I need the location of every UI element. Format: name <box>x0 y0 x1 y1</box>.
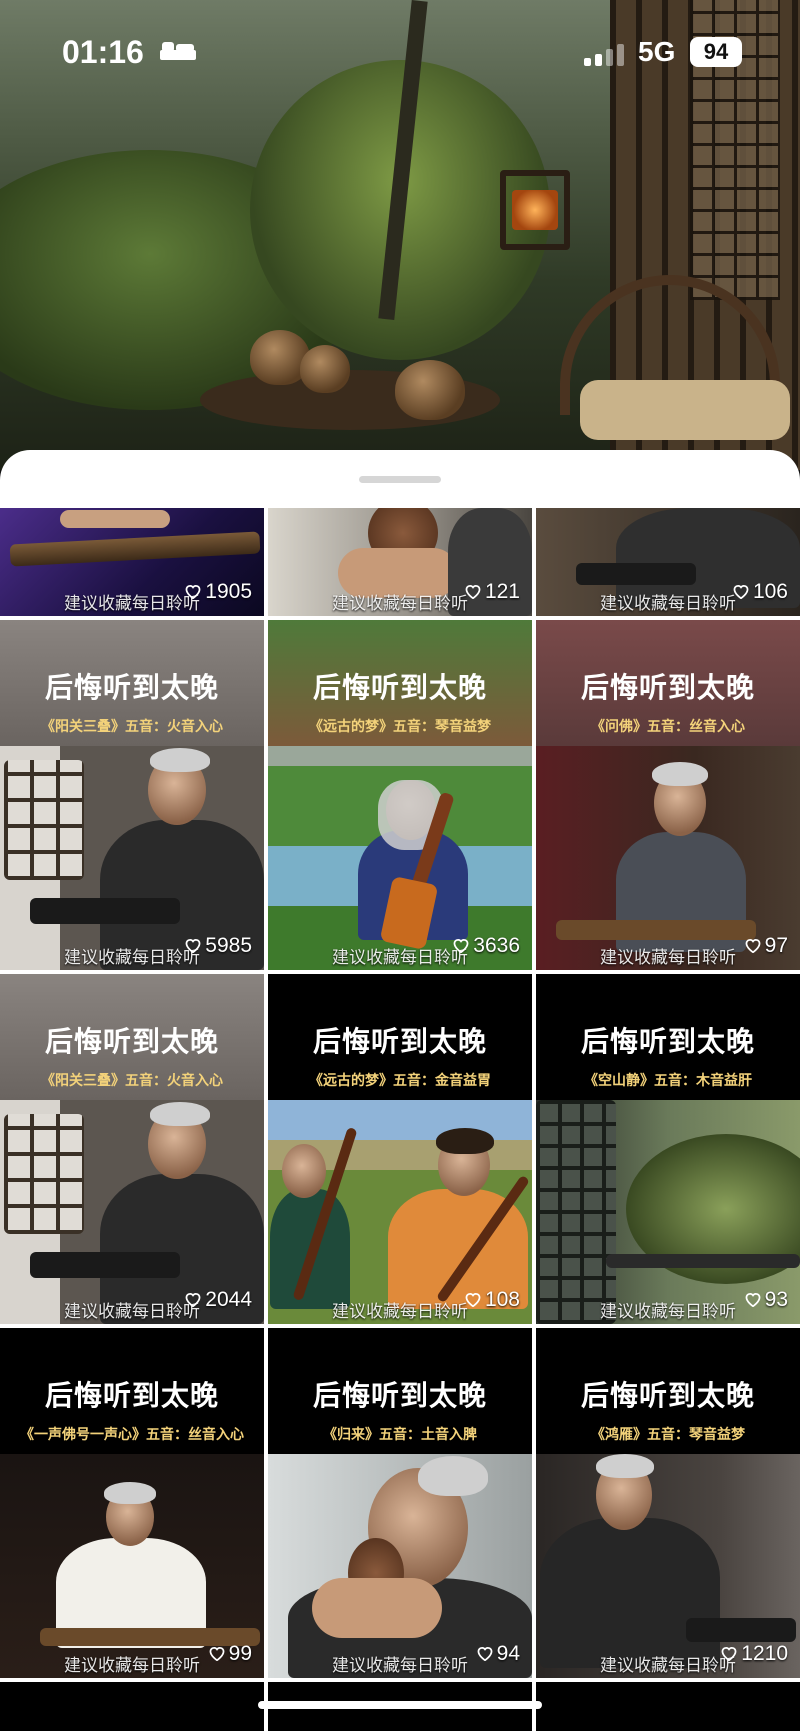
white-hair <box>104 1482 156 1504</box>
white-hair <box>150 748 210 772</box>
video-tile[interactable]: 后悔听到太晚 《远古的梦》五音：琴音益梦 建议收藏每日聆听 3636 <box>268 620 532 970</box>
like-count[interactable]: 93 <box>744 1288 788 1312</box>
battery-indicator: 94 <box>690 37 742 67</box>
white-hair <box>150 1102 210 1126</box>
network-type: 5G <box>638 36 676 67</box>
video-tile[interactable]: 建议收藏每日聆听 106 <box>536 508 800 616</box>
hair <box>436 1128 494 1154</box>
like-count[interactable]: 121 <box>464 580 520 604</box>
video-title: 后悔听到太晚 <box>44 1379 219 1412</box>
sheet-grabber[interactable] <box>359 476 441 483</box>
heart-icon <box>465 585 481 599</box>
white-hair <box>652 762 708 786</box>
video-title: 后悔听到太晚 <box>312 1379 487 1412</box>
video-title: 后悔听到太晚 <box>44 1025 219 1058</box>
video-tile[interactable]: 后悔听到太晚 《一声佛号一声心》五音：丝音入心 建议收藏每日聆听 99 <box>0 1328 264 1678</box>
video-subtitle: 《阳关三叠》五音：火音入心 <box>41 1073 223 1089</box>
heart-icon <box>209 1647 225 1661</box>
like-count[interactable]: 1905 <box>184 580 252 604</box>
like-count[interactable]: 99 <box>208 1642 252 1666</box>
guzheng <box>686 1618 796 1642</box>
like-count[interactable]: 94 <box>476 1642 520 1666</box>
video-tile[interactable]: 建议收藏每日聆听 121 <box>268 508 532 616</box>
white-hair <box>596 1454 654 1478</box>
video-tile[interactable]: 建议收藏每日聆听 1905 <box>0 508 264 616</box>
video-tile[interactable]: 后悔听到太晚 《归来》五音：土音入脾 建议收藏每日聆听 94 <box>268 1328 532 1678</box>
video-title: 后悔听到太晚 <box>312 671 487 704</box>
guzheng <box>556 920 756 940</box>
white-hair <box>418 1456 488 1496</box>
status-bar: 01:16 5G 94 <box>0 0 800 104</box>
heart-icon <box>185 939 201 953</box>
like-count[interactable]: 108 <box>464 1288 520 1312</box>
cushion <box>580 380 790 440</box>
like-count[interactable]: 3636 <box>452 934 520 958</box>
fireplace <box>512 190 558 230</box>
pavilion <box>536 1100 616 1324</box>
heart-icon <box>477 1647 493 1661</box>
home-indicator[interactable] <box>258 1701 542 1709</box>
like-count[interactable]: 97 <box>744 934 788 958</box>
heart-icon <box>453 939 469 953</box>
video-subtitle: 《远古的梦》五音：琴音益梦 <box>309 719 491 735</box>
heart-icon <box>185 585 201 599</box>
heart-icon <box>185 1293 201 1307</box>
teapot <box>395 360 465 420</box>
heart-icon <box>465 1293 481 1307</box>
status-time: 01:16 <box>62 34 144 70</box>
like-count[interactable]: 106 <box>732 580 788 604</box>
like-count[interactable]: 5985 <box>184 934 252 958</box>
video-subtitle: 《一声佛号一声心》五音：丝音入心 <box>20 1427 244 1443</box>
video-subtitle: 《归来》五音：土音入脾 <box>323 1427 477 1443</box>
video-tile[interactable] <box>536 1682 800 1731</box>
cellular-signal-icon <box>584 44 628 66</box>
video-tile[interactable]: 后悔听到太晚 《阳关三叠》五音：火音入心 建议收藏每日聆听 5985 <box>0 620 264 970</box>
video-tile[interactable]: 后悔听到太晚 《阳关三叠》五音：火音入心 建议收藏每日聆听 2044 <box>0 974 264 1324</box>
heart-icon <box>721 1647 737 1661</box>
video-tile[interactable]: 后悔听到太晚 《问佛》五音：丝音入心 建议收藏每日聆听 97 <box>536 620 800 970</box>
video-tile[interactable]: 后悔听到太晚 《远古的梦》五音：金音益胃 建议收藏每日聆听 108 <box>268 974 532 1324</box>
hands <box>312 1578 442 1638</box>
guzheng <box>30 1252 180 1278</box>
heart-icon <box>733 585 749 599</box>
robe <box>540 1518 720 1668</box>
teapot <box>300 345 350 393</box>
window-lattice <box>4 1114 84 1234</box>
video-title: 后悔听到太晚 <box>580 1379 755 1412</box>
heart-icon <box>745 1293 761 1307</box>
video-tile[interactable]: 后悔听到太晚 《鸿雁》五音：琴音益梦 建议收藏每日聆听 1210 <box>536 1328 800 1678</box>
video-title: 后悔听到太晚 <box>580 671 755 704</box>
video-tile[interactable]: 后悔听到太晚 《空山静》五音：木音益肝 建议收藏每日聆听 93 <box>536 974 800 1324</box>
video-tile[interactable] <box>0 1682 264 1731</box>
like-count[interactable]: 2044 <box>184 1288 252 1312</box>
video-subtitle: 《阳关三叠》五音：火音入心 <box>41 719 223 735</box>
video-title: 后悔听到太晚 <box>580 1025 755 1058</box>
video-title: 后悔听到太晚 <box>44 671 219 704</box>
heart-icon <box>745 939 761 953</box>
hands <box>60 510 170 528</box>
video-title: 后悔听到太晚 <box>312 1025 487 1058</box>
sleep-mode-icon <box>160 42 196 62</box>
musician-head <box>282 1144 326 1198</box>
video-subtitle: 《问佛》五音：丝音入心 <box>591 719 745 735</box>
guzheng <box>576 563 696 585</box>
railing <box>606 1254 800 1268</box>
video-subtitle: 《鸿雁》五音：琴音益梦 <box>591 1427 745 1443</box>
window-lattice <box>4 760 84 880</box>
bottom-sheet: 建议收藏每日聆听 1905 建议收藏每日聆听 121 建议收藏每日聆听 106 <box>0 450 800 1731</box>
guzheng <box>30 898 180 924</box>
video-subtitle: 《空山静》五音：木音益肝 <box>584 1073 752 1089</box>
video-subtitle: 《远古的梦》五音：金音益胃 <box>309 1073 491 1089</box>
like-count[interactable]: 1210 <box>720 1642 788 1666</box>
